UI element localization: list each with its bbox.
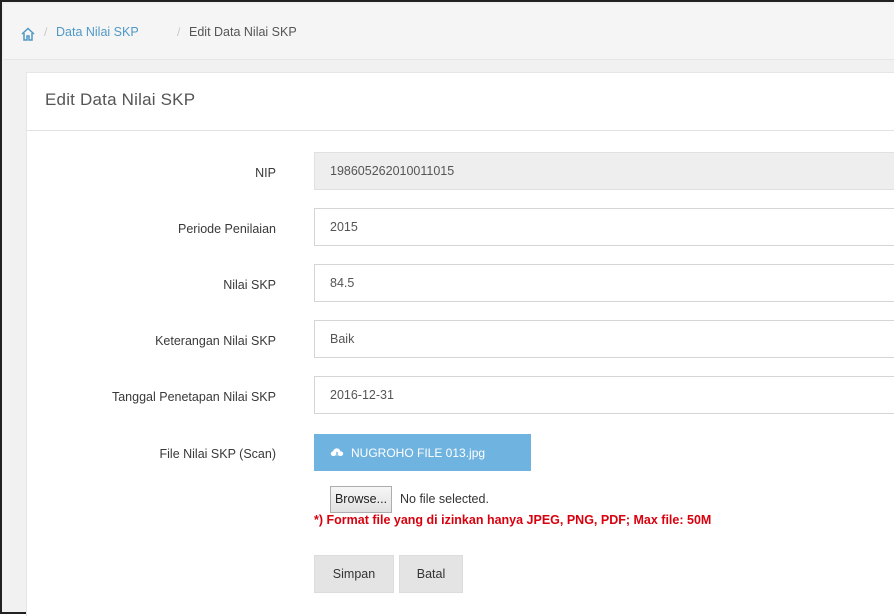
- page-title: Edit Data Nilai SKP: [45, 90, 196, 109]
- breadcrumb-separator: /: [177, 25, 181, 39]
- file-format-note: *) Format file yang di izinkan hanya JPE…: [314, 513, 712, 527]
- file-nilai-skp-label: File Nilai SKP (Scan): [159, 447, 276, 461]
- app-frame: / Data Nilai SKP / Edit Data Nilai SKP E…: [0, 0, 894, 616]
- keterangan-nilai-skp-field[interactable]: Baik: [314, 320, 894, 358]
- cloud-download-icon: [330, 448, 344, 459]
- breadcrumb-link-data-nilai-skp[interactable]: Data Nilai SKP: [56, 25, 139, 39]
- home-icon[interactable]: [20, 26, 36, 42]
- keterangan-nilai-skp-label: Keterangan Nilai SKP: [155, 334, 276, 348]
- no-file-selected-text: No file selected.: [400, 492, 489, 506]
- nip-label: NIP: [255, 166, 276, 180]
- nilai-skp-label: Nilai SKP: [223, 278, 276, 292]
- periode-penilaian-field[interactable]: 2015: [314, 208, 894, 246]
- current-file-button[interactable]: NUGROHO FILE 013.jpg: [314, 434, 531, 471]
- breadcrumb: / Data Nilai SKP / Edit Data Nilai SKP: [4, 4, 894, 60]
- nip-field: 198605262010011015: [314, 152, 894, 190]
- save-button[interactable]: Simpan: [314, 555, 394, 593]
- nilai-skp-field[interactable]: 84.5: [314, 264, 894, 302]
- current-file-name: NUGROHO FILE 013.jpg: [351, 446, 486, 460]
- breadcrumb-separator: /: [44, 25, 48, 39]
- cancel-button[interactable]: Batal: [399, 555, 463, 593]
- panel-header: Edit Data Nilai SKP: [27, 73, 894, 131]
- periode-penilaian-label: Periode Penilaian: [178, 222, 276, 236]
- tanggal-penetapan-label: Tanggal Penetapan Nilai SKP: [111, 390, 276, 404]
- browse-button[interactable]: Browse...: [330, 486, 392, 513]
- breadcrumb-current: Edit Data Nilai SKP: [189, 25, 297, 39]
- tanggal-penetapan-field[interactable]: 2016-12-31: [314, 376, 894, 414]
